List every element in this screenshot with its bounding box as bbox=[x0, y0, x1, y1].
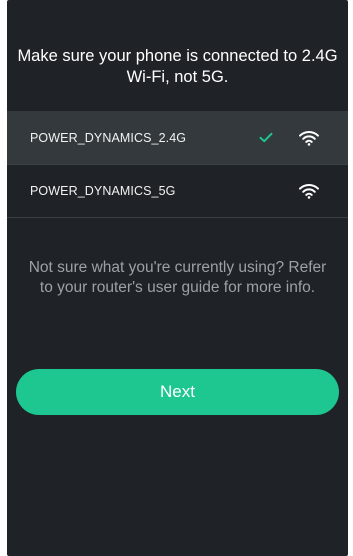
network-ssid: POWER_DYNAMICS_5G bbox=[30, 183, 176, 198]
network-ssid: POWER_DYNAMICS_2.4G bbox=[30, 130, 187, 145]
wifi-icon bbox=[298, 129, 320, 147]
divider bbox=[7, 217, 348, 218]
wifi-setup-screen: Make sure your phone is connected to 2.4… bbox=[7, 0, 348, 556]
next-button[interactable]: Next bbox=[16, 369, 339, 415]
checkmark-icon bbox=[258, 130, 274, 146]
network-item-2-4g[interactable]: POWER_DYNAMICS_2.4G bbox=[7, 111, 348, 164]
help-text: Not sure what you're currently using? Re… bbox=[28, 259, 327, 296]
wifi-icon bbox=[298, 182, 320, 200]
network-item-5g[interactable]: POWER_DYNAMICS_5G bbox=[7, 164, 348, 217]
instruction-text: Make sure your phone is connected to 2.4… bbox=[17, 47, 338, 86]
